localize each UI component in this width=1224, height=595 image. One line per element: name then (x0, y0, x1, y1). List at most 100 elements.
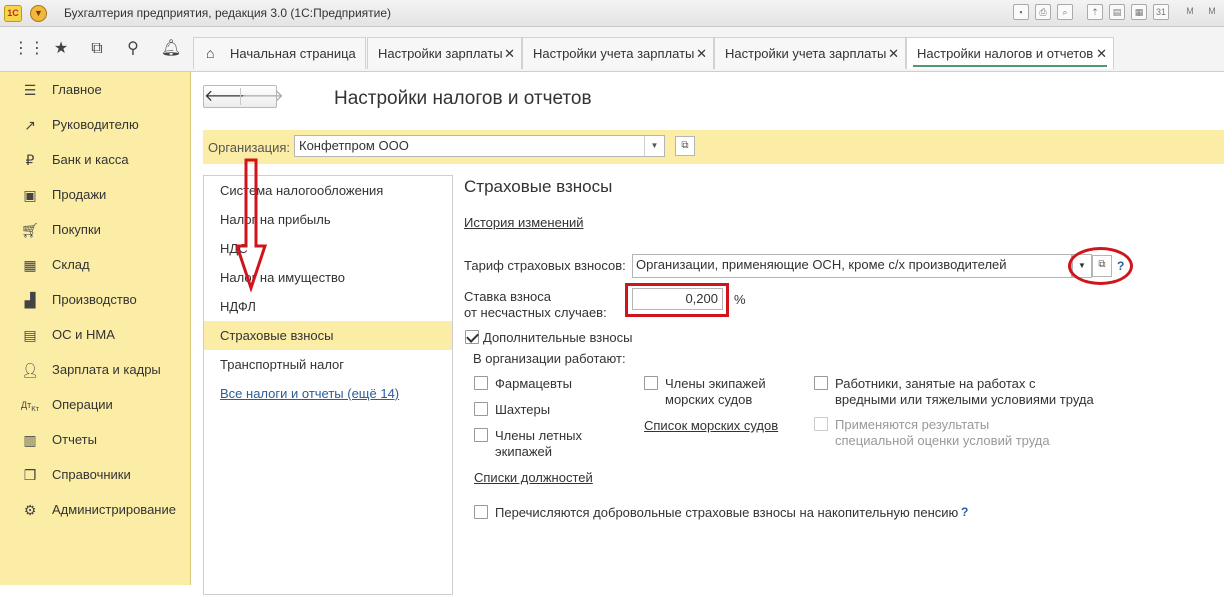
sidebar-item-main[interactable]: ☰ Главное (0, 75, 190, 105)
sidebar-item-purchases[interactable]: 🛒︎ Покупки (0, 215, 190, 245)
sidebar-item-operations[interactable]: ДтКт Операции (0, 390, 190, 420)
special-assessment-checkbox[interactable] (814, 417, 828, 431)
tariff-field[interactable]: Организации, применяющие ОСН, кроме с/х … (632, 254, 1072, 278)
flight-crew-label: Члены летных экипажей (495, 428, 582, 459)
search-icon[interactable]: ⚲ (122, 38, 144, 60)
sidebar-item-label: Руководителю (52, 117, 139, 132)
special-assessment-label-line2: специальной оценки условий труда (835, 433, 1050, 448)
sidebar-item-reports[interactable]: ▥ Отчеты (0, 425, 190, 455)
main-menu-button[interactable]: ▼ (30, 5, 47, 22)
open-organization-button[interactable]: ⧉ (675, 136, 695, 156)
upload-icon[interactable]: ⇡ (1087, 4, 1103, 20)
main-content: 🡐 🡒 Настройки налогов и отчетов Организа… (191, 72, 1224, 595)
pharmacists-checkbox[interactable] (474, 376, 488, 390)
voluntary-pension-label: Перечисляются добровольные страховые взн… (495, 505, 959, 520)
page-title: Настройки налогов и отчетов (334, 88, 592, 109)
sidebar-item-label: Операции (52, 397, 113, 412)
memory-plus-icon[interactable]: M (1204, 4, 1220, 20)
warehouse-icon: ▦ (23, 257, 37, 273)
rate-label-line2: от несчастных случаев: (464, 305, 607, 320)
calculator-icon[interactable]: ▦ (1131, 4, 1147, 20)
sidebar-item-hr[interactable]: 👤︎ Зарплата и кадры (0, 355, 190, 385)
miners-checkbox[interactable] (474, 402, 488, 416)
dt-kt-icon: ДтКт (20, 400, 40, 413)
organization-field[interactable]: Конфетпром ООО ▼ (294, 135, 665, 157)
rate-label-line1: Ставка взноса (464, 289, 552, 304)
book-icon: ❒ (23, 467, 37, 483)
sidebar-item-production[interactable]: ▟ Производство (0, 285, 190, 315)
assets-icon: ▤ (23, 327, 37, 343)
forward-button[interactable]: 🡒 (241, 87, 284, 106)
apps-grid-icon[interactable]: ⋮⋮ (13, 38, 45, 60)
close-icon[interactable]: ✕ (696, 38, 707, 69)
menu-icon: ☰ (23, 82, 37, 98)
close-icon[interactable]: ✕ (504, 38, 515, 69)
close-icon[interactable]: ✕ (888, 38, 899, 69)
special-assessment-label-line1: Применяются результаты (835, 417, 990, 432)
list-item-ndfl[interactable]: НДФЛ (204, 292, 452, 321)
chevron-down-icon[interactable]: ▼ (644, 136, 664, 156)
history-icon[interactable]: ⧉ (86, 38, 108, 60)
trend-icon: ↗ (24, 117, 36, 133)
sidebar-item-label: Продажи (52, 187, 107, 202)
all-taxes-link[interactable]: Все налоги и отчеты (ещё 14) (204, 379, 452, 408)
tab-home[interactable]: ⌂ Начальная страница (193, 37, 366, 69)
miners-label: Шахтеры (495, 402, 551, 417)
tab-label: Настройки учета зарплаты (533, 46, 695, 61)
sidebar-item-warehouse[interactable]: ▦ Склад (0, 250, 190, 280)
sidebar-item-sales[interactable]: ▣ Продажи (0, 180, 190, 210)
additional-contributions-checkbox[interactable] (465, 330, 479, 344)
tab-salary-settings[interactable]: Настройки зарплаты ✕ (367, 37, 522, 69)
sidebar-item-label: Администрирование (52, 502, 176, 517)
hazardous-work-label-line2: вредными или тяжелыми условиями труда (835, 392, 1094, 407)
annotation-arrow (234, 158, 268, 293)
organization-value: Конфетпром ООО (299, 138, 409, 153)
history-link[interactable]: История изменений (464, 215, 584, 230)
sidebar-item-manager[interactable]: ↗ Руководителю (0, 110, 190, 140)
list-item-transport-tax[interactable]: Транспортный налог (204, 350, 452, 379)
works-label: В организации работают: (473, 351, 626, 366)
star-icon[interactable]: ★ (50, 38, 72, 60)
back-button[interactable]: 🡐 (204, 87, 247, 106)
arrow-shaft (234, 158, 268, 293)
list-item-insurance[interactable]: Страховые взносы (204, 321, 452, 350)
sea-crew-checkbox[interactable] (644, 376, 658, 390)
voluntary-help-icon[interactable]: ? (961, 505, 968, 519)
additional-contributions-label[interactable]: Дополнительные взносы (483, 330, 633, 345)
gear-icon: ⚙ (23, 502, 37, 518)
document-icon[interactable]: ▤ (1109, 4, 1125, 20)
organization-label: Организация: (208, 140, 291, 155)
sea-crew-label-line2: морских судов (665, 392, 753, 407)
positions-list-link[interactable]: Списки должностей (474, 470, 593, 485)
bell-icon[interactable]: 🔔︎ (160, 38, 182, 60)
sidebar-item-label: Покупки (52, 222, 101, 237)
memory-icon[interactable]: M (1182, 4, 1198, 20)
sidebar-item-bank[interactable]: ₽ Банк и касса (0, 145, 190, 175)
tab-salary-accounting-settings-2[interactable]: Настройки учета зарплаты ✕ (714, 37, 906, 69)
tabs-row: ⋮⋮ ★ ⧉ ⚲ 🔔︎ ⌂ Начальная страница Настрой… (0, 27, 1224, 72)
hazardous-work-checkbox[interactable] (814, 376, 828, 390)
tab-salary-accounting-settings[interactable]: Настройки учета зарплаты ✕ (522, 37, 714, 69)
calendar-icon[interactable]: 31 (1153, 4, 1169, 20)
section-title: Страховые взносы (464, 177, 613, 196)
flight-crew-checkbox[interactable] (474, 428, 488, 442)
tab-tax-settings[interactable]: Настройки налогов и отчетов ✕ (906, 37, 1114, 69)
tab-label: Настройки зарплаты (378, 46, 503, 61)
save-icon[interactable]: ▪ (1013, 4, 1029, 20)
app-title: Бухгалтерия предприятия, редакция 3.0 (1… (64, 6, 392, 20)
sidebar-item-admin[interactable]: ⚙ Администрирование (0, 495, 190, 525)
sea-vessels-list-link[interactable]: Список морских судов (644, 418, 778, 433)
sidebar-item-references[interactable]: ❒ Справочники (0, 460, 190, 490)
active-tab-indicator (913, 65, 1107, 67)
sidebar-item-label: Склад (52, 257, 90, 272)
sidebar-item-label: Банк и касса (52, 152, 129, 167)
pharmacists-label: Фармацевты (495, 376, 572, 391)
tariff-label: Тариф страховых взносов: (464, 258, 626, 273)
sidebar-item-label: Главное (52, 82, 102, 97)
print-icon[interactable]: ⎙ (1035, 4, 1051, 20)
voluntary-pension-checkbox[interactable] (474, 505, 488, 519)
nav-buttons: 🡐 🡒 (203, 85, 284, 108)
preview-icon[interactable]: ⌕ (1057, 4, 1073, 20)
sidebar-item-assets[interactable]: ▤ ОС и НМА (0, 320, 190, 350)
sea-crew-label-line1: Члены экипажей (665, 376, 766, 391)
